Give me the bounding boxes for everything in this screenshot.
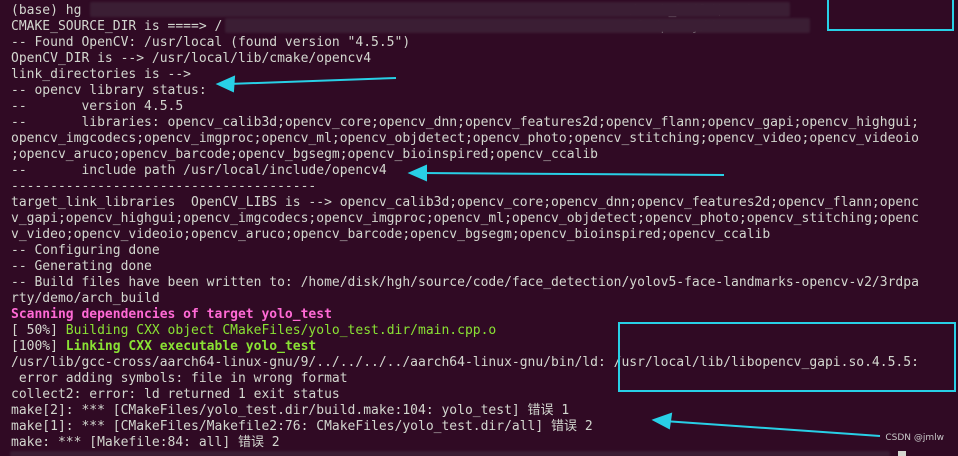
annotation-arrows	[215, 75, 881, 437]
arrow-link-directories	[227, 77, 397, 85]
arrow-include-path	[419, 172, 725, 176]
arrow-head-include-path	[407, 164, 427, 182]
arrow-head-link-directories	[215, 75, 236, 93]
terminal-cursor	[898, 451, 906, 456]
terminal-window[interactable]: (base) hg /arch_build$ makeCMAKE_SOURCE_…	[0, 0, 958, 456]
arrow-error-lines	[663, 420, 881, 437]
arrow-head-error-lines	[651, 412, 673, 430]
watermark: CSDN @jmlw	[885, 433, 944, 443]
